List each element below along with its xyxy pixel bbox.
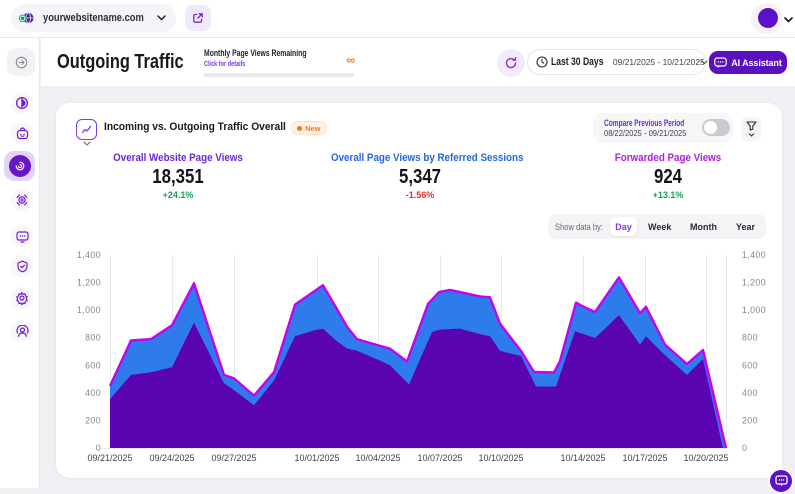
svg-text:1,400: 1,400 (742, 250, 766, 260)
svg-text:1,000: 1,000 (77, 305, 101, 315)
svg-text:1,000: 1,000 (742, 305, 766, 315)
svg-text:200: 200 (85, 415, 101, 425)
svg-text:10/17/2025: 10/17/2025 (622, 453, 667, 463)
svg-text:0: 0 (96, 443, 101, 453)
svg-text:10/04/2025: 10/04/2025 (355, 453, 400, 463)
svg-text:200: 200 (742, 415, 758, 425)
svg-text:10/20/2025: 10/20/2025 (683, 453, 728, 463)
svg-text:09/24/2025: 09/24/2025 (149, 453, 194, 463)
svg-text:0: 0 (742, 443, 747, 453)
svg-text:10/01/2025: 10/01/2025 (294, 453, 339, 463)
svg-text:400: 400 (742, 388, 758, 398)
svg-text:800: 800 (742, 333, 758, 343)
svg-text:1,200: 1,200 (742, 278, 766, 288)
svg-text:09/21/2025: 09/21/2025 (87, 453, 132, 463)
svg-text:600: 600 (85, 360, 101, 370)
svg-text:1,400: 1,400 (77, 250, 101, 260)
svg-text:10/07/2025: 10/07/2025 (417, 453, 462, 463)
svg-text:400: 400 (85, 388, 101, 398)
svg-text:600: 600 (742, 360, 758, 370)
svg-text:800: 800 (85, 333, 101, 343)
svg-text:09/27/2025: 09/27/2025 (211, 453, 256, 463)
svg-text:10/14/2025: 10/14/2025 (560, 453, 605, 463)
svg-text:1,200: 1,200 (77, 278, 101, 288)
svg-text:10/10/2025: 10/10/2025 (478, 453, 523, 463)
